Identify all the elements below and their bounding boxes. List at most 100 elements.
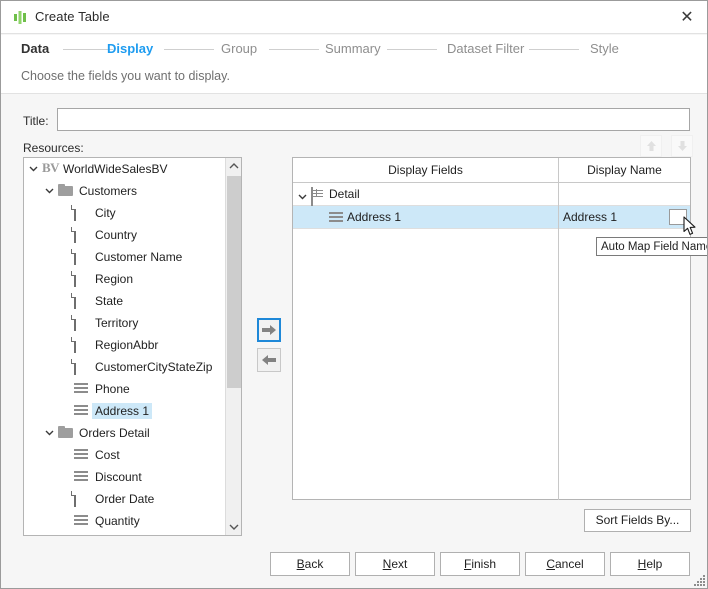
- tree-node[interactable]: Quantity: [24, 510, 227, 532]
- tree-node[interactable]: BVWorldWideSalesBV: [24, 158, 227, 180]
- tree-node-label: Discount: [92, 469, 145, 485]
- display-name-value[interactable]: Address 1: [563, 209, 617, 226]
- tree-node-label: Customers: [76, 183, 140, 199]
- field-icon: [74, 294, 76, 308]
- tree-node-label: Address 1: [92, 403, 152, 419]
- tree-node[interactable]: City: [24, 202, 227, 224]
- chart-bars-icon: [13, 10, 28, 25]
- help-button[interactable]: Help: [610, 552, 690, 576]
- title-bar: Create Table ✕: [1, 1, 707, 34]
- wizard-steps: Data Display Group Summary Dataset Filte…: [1, 35, 707, 63]
- chevron-down-icon[interactable]: [44, 185, 55, 196]
- tree-scrollbar[interactable]: [225, 158, 241, 535]
- step-connector: [529, 49, 579, 50]
- tree-node-label: Order Date: [92, 491, 157, 507]
- step-connector: [269, 49, 319, 50]
- wizard-step-display[interactable]: Display: [107, 35, 153, 63]
- tree-node-label: Country: [92, 227, 140, 243]
- arrow-left-icon: [261, 353, 277, 367]
- body-column-divider: [558, 183, 559, 500]
- tree-node[interactable]: Phone: [24, 378, 227, 400]
- tree-node[interactable]: Customer Name: [24, 246, 227, 268]
- tree-node-label: Cost: [92, 447, 123, 463]
- column-header-display-fields[interactable]: Display Fields: [293, 158, 558, 182]
- field-icon: [74, 228, 76, 242]
- create-table-dialog: Create Table ✕ Data Display Group Summar…: [0, 0, 708, 589]
- wizard-step-summary[interactable]: Summary: [325, 35, 381, 63]
- arrow-down-icon: [676, 139, 689, 153]
- title-input[interactable]: [57, 108, 690, 131]
- scrollbar-thumb[interactable]: [227, 176, 241, 388]
- grid-icon: [311, 188, 313, 206]
- tree-node-label: RegionAbbr: [92, 337, 161, 353]
- scroll-up-icon[interactable]: [226, 158, 242, 174]
- tree-node[interactable]: Discount: [24, 466, 227, 488]
- tree-node-label: Customer Name: [92, 249, 185, 265]
- tree-node-label: City: [92, 205, 119, 221]
- resources-tree[interactable]: BVWorldWideSalesBV Customers City Country Cu…: [23, 157, 242, 536]
- field-icon: [74, 492, 76, 506]
- field-icon: [74, 206, 76, 220]
- bv-icon: BV: [42, 160, 59, 176]
- tree-node[interactable]: Cost: [24, 444, 227, 466]
- tree-node-label: Territory: [92, 315, 141, 331]
- add-field-button[interactable]: [257, 318, 281, 342]
- wizard-step-dataset-filter[interactable]: Dataset Filter: [447, 35, 524, 63]
- close-icon[interactable]: ✕: [675, 7, 699, 29]
- display-fields-table[interactable]: Display Fields Display Name Detail Addres…: [292, 157, 691, 500]
- table-row[interactable]: Detail: [293, 183, 690, 206]
- wizard-subtitle-text: Choose the fields you want to display.: [21, 69, 230, 83]
- tree-node[interactable]: Region: [24, 268, 227, 290]
- tree-node-label: Region: [92, 271, 136, 287]
- tree-node-label: Phone: [92, 381, 133, 397]
- arrow-right-icon: [261, 323, 277, 337]
- field-icon: [74, 338, 76, 352]
- remove-field-button[interactable]: [257, 348, 281, 372]
- move-down-button[interactable]: [671, 135, 693, 157]
- display-field-name: Detail: [329, 186, 360, 203]
- resize-grip[interactable]: [692, 573, 706, 587]
- sort-fields-button[interactable]: Sort Fields By...: [584, 509, 691, 532]
- field-icon: [74, 360, 76, 374]
- tree-node[interactable]: Territory: [24, 312, 227, 334]
- wizard-step-group[interactable]: Group: [221, 35, 257, 63]
- wizard-subtitle: Choose the fields you want to display.: [1, 63, 707, 94]
- move-up-button[interactable]: [640, 135, 662, 157]
- field-icon: [74, 272, 76, 286]
- arrow-up-icon: [645, 139, 658, 153]
- tree-node[interactable]: State: [24, 290, 227, 312]
- tree-node-label: Quantity: [92, 513, 143, 529]
- tree-node-label: State: [92, 293, 126, 309]
- column-header-display-name[interactable]: Display Name: [559, 158, 690, 182]
- display-field-name: Address 1: [347, 209, 401, 226]
- mouse-cursor: [683, 216, 697, 241]
- tree-node[interactable]: Order Date: [24, 488, 227, 510]
- wizard-step-style[interactable]: Style: [590, 35, 619, 63]
- tree-node-label: CustomerCityStateZip: [92, 359, 215, 375]
- next-button[interactable]: Next: [355, 552, 435, 576]
- table-header: Display Fields Display Name: [293, 158, 690, 183]
- step-connector: [164, 49, 214, 50]
- resources-label: Resources:: [23, 141, 84, 155]
- scroll-down-icon[interactable]: [226, 519, 242, 535]
- back-button[interactable]: Back: [270, 552, 350, 576]
- cancel-button[interactable]: Cancel: [525, 552, 605, 576]
- step-connector: [387, 49, 437, 50]
- title-field-label: Title:: [23, 114, 49, 128]
- field-icon: [74, 316, 76, 330]
- tree-node[interactable]: Country: [24, 224, 227, 246]
- window-title: Create Table: [35, 9, 110, 24]
- tree-node[interactable]: Address 1: [24, 400, 227, 422]
- wizard-step-data[interactable]: Data: [21, 35, 49, 63]
- tree-node[interactable]: Customers: [24, 180, 227, 202]
- step-connector: [63, 49, 113, 50]
- finish-button[interactable]: Finish: [440, 552, 520, 576]
- tree-node[interactable]: Orders Detail: [24, 422, 227, 444]
- tree-node[interactable]: CustomerCityStateZip: [24, 356, 227, 378]
- tree-node-label: Orders Detail: [76, 425, 153, 441]
- tree-node[interactable]: RegionAbbr: [24, 334, 227, 356]
- chevron-down-icon[interactable]: [297, 189, 308, 207]
- chevron-down-icon[interactable]: [28, 163, 39, 174]
- chevron-down-icon[interactable]: [44, 427, 55, 438]
- table-row[interactable]: Address 1 Address 1: [293, 206, 690, 229]
